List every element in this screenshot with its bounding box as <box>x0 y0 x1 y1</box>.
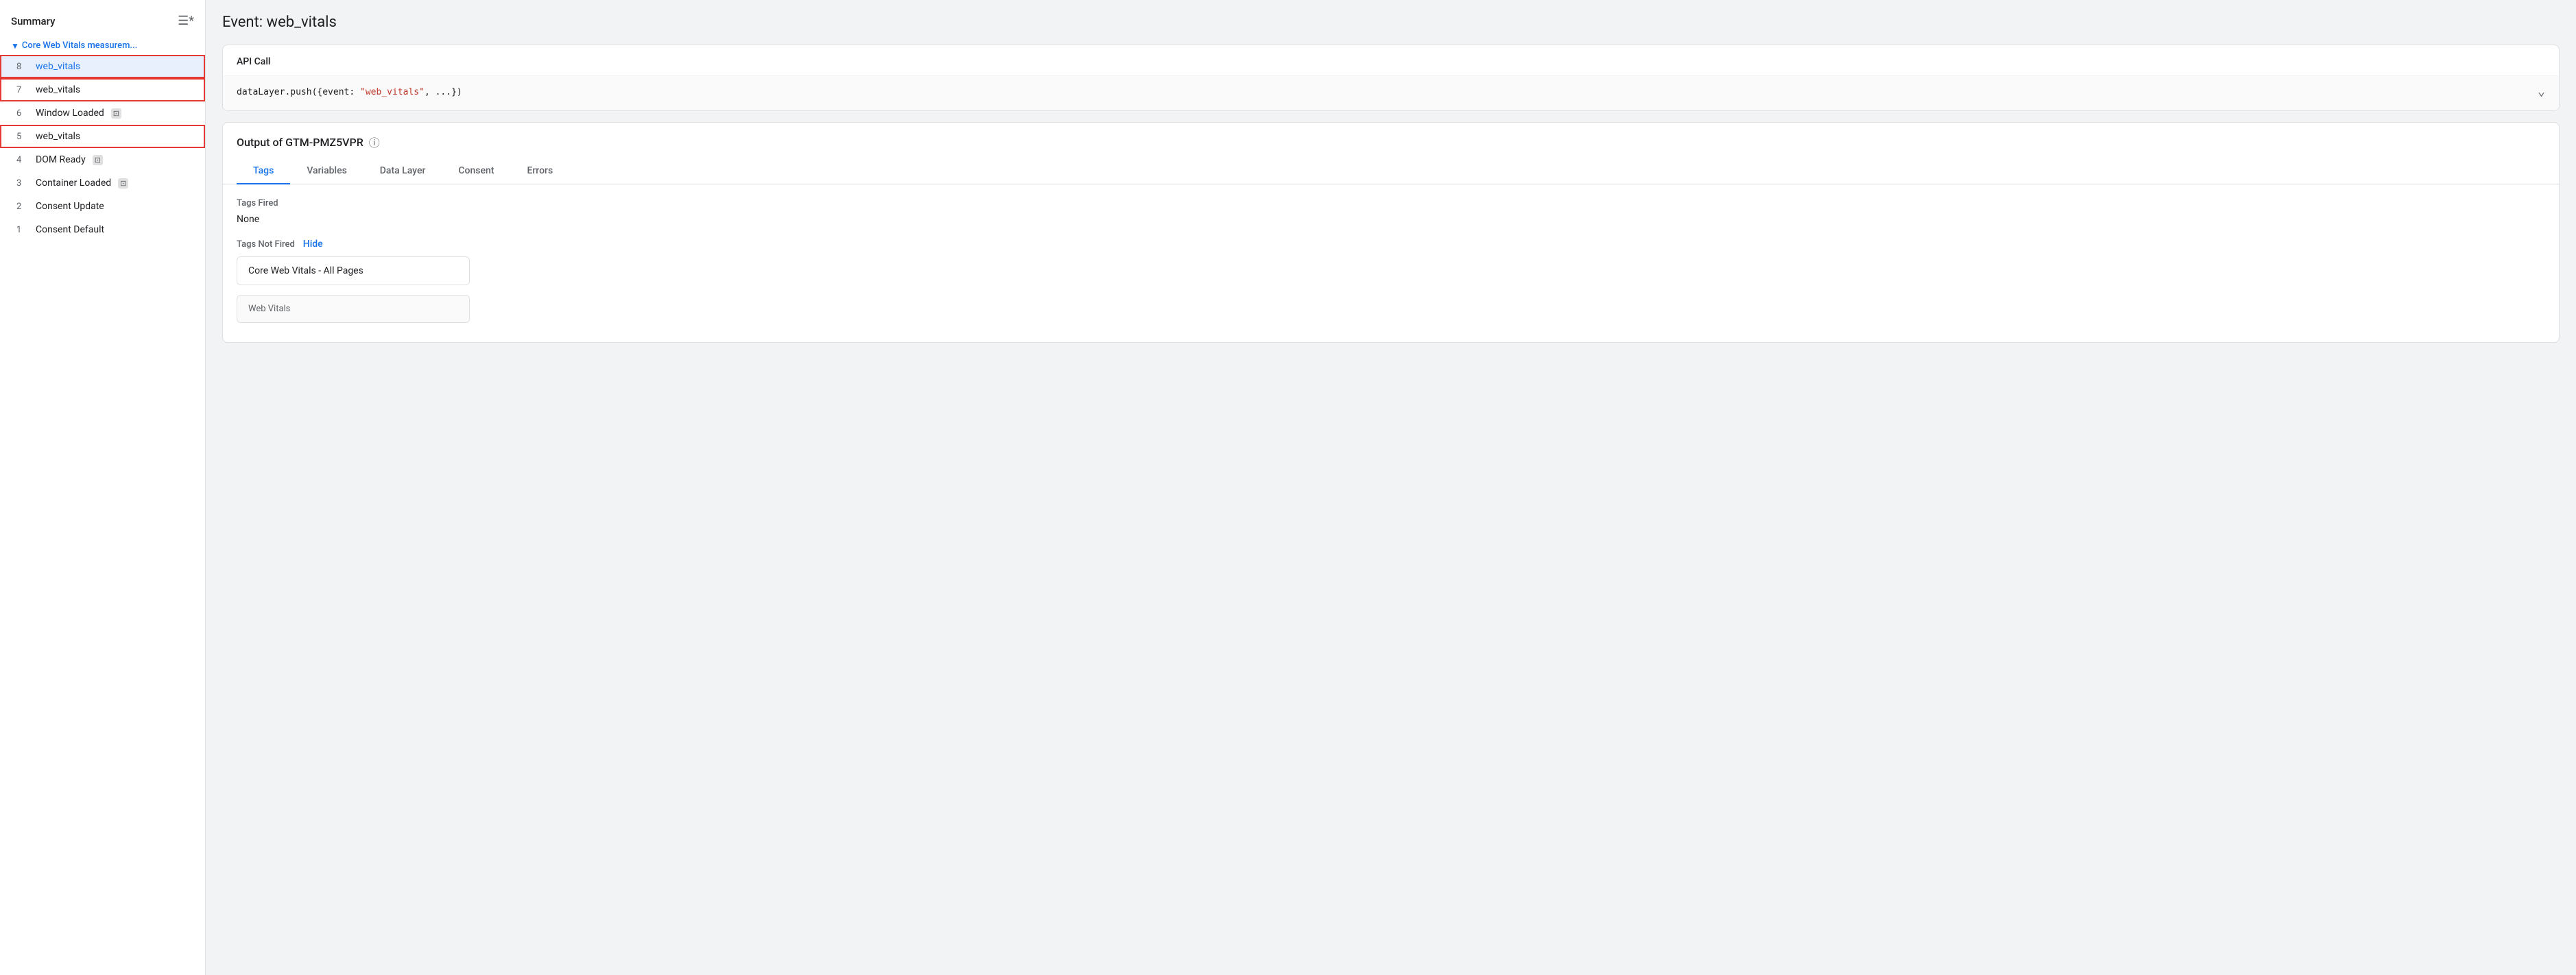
tab-consent[interactable]: Consent <box>442 158 510 184</box>
tab-errors[interactable]: Errors <box>510 158 569 184</box>
tab-content: Tags Fired None Tags Not Fired Hide Core… <box>223 184 2559 342</box>
sidebar-item-item-5[interactable]: 5 web_vitals <box>0 125 205 148</box>
code-prefix: dataLayer.push({event: <box>237 87 360 97</box>
api-call-title: API Call <box>223 45 2559 75</box>
sidebar-group-label[interactable]: ▼ Core Web Vitals measurem... <box>0 36 205 55</box>
tag-item-tag-1: Core Web Vitals - All Pages <box>237 256 470 285</box>
item-label: Container Loaded <box>36 178 111 189</box>
sidebar-item-item-2[interactable]: 2 Consent Update <box>0 195 205 218</box>
sidebar-item-item-4[interactable]: 4 DOM Ready ⊡ <box>0 148 205 171</box>
tags-fired-none: None <box>237 214 2545 225</box>
item-label: Consent Update <box>36 201 104 212</box>
expand-icon[interactable]: ⌄ <box>2538 84 2545 99</box>
item-number: 4 <box>16 155 29 165</box>
help-icon[interactable]: ⓘ <box>369 134 380 150</box>
group-label-text: Core Web Vitals measurem... <box>22 40 137 51</box>
sidebar-item-item-1[interactable]: 1 Consent Default <box>0 218 205 241</box>
item-label: web_vitals <box>36 131 80 142</box>
item-number: 6 <box>16 108 29 119</box>
main-content: Event: web_vitals API Call dataLayer.pus… <box>206 0 2576 975</box>
code-event: "web_vitals" <box>360 87 425 97</box>
filter-icon[interactable]: ☰* <box>178 14 194 28</box>
chevron-down-icon: ▼ <box>11 41 19 51</box>
sidebar-item-item-3[interactable]: 3 Container Loaded ⊡ <box>0 171 205 195</box>
item-number: 7 <box>16 85 29 95</box>
item-label: Window Loaded <box>36 108 104 119</box>
page-title: Event: web_vitals <box>222 14 2560 31</box>
sidebar-item-item-6[interactable]: 6 Window Loaded ⊡ <box>0 101 205 125</box>
tags-not-fired-label: Tags Not Fired <box>237 239 295 250</box>
sidebar-items: 8 web_vitals 7 web_vitals 6 Window Loaded ⊡ 5 we… <box>0 55 205 241</box>
item-label: Consent Default <box>36 224 104 235</box>
item-event-icon: ⊡ <box>93 155 103 165</box>
item-label: web_vitals <box>36 61 80 72</box>
item-number: 3 <box>16 178 29 189</box>
item-label: web_vitals <box>36 84 80 95</box>
tab-variables[interactable]: Variables <box>290 158 363 184</box>
sidebar-item-item-8[interactable]: 8 web_vitals <box>0 55 205 78</box>
tabs-bar: TagsVariablesData LayerConsentErrors <box>223 158 2559 184</box>
tags-fired-label: Tags Fired <box>237 198 2545 208</box>
sidebar-header: Summary ☰* <box>0 11 205 36</box>
item-number: 1 <box>16 225 29 235</box>
output-card: Output of GTM-PMZ5VPR ⓘ TagsVariablesDat… <box>222 122 2560 343</box>
tags-not-fired-header: Tags Not Fired Hide <box>237 239 2545 250</box>
item-event-icon: ⊡ <box>118 178 128 189</box>
output-card-header: Output of GTM-PMZ5VPR ⓘ <box>223 123 2559 150</box>
item-event-icon: ⊡ <box>111 108 121 119</box>
tab-tags[interactable]: Tags <box>237 158 290 184</box>
item-number: 2 <box>16 202 29 212</box>
sidebar: Summary ☰* ▼ Core Web Vitals measurem...… <box>0 0 206 975</box>
code-suffix: , ...}) <box>425 87 462 97</box>
sidebar-title: Summary <box>11 15 55 27</box>
api-call-code-text: dataLayer.push({event: "web_vitals", ...… <box>237 87 462 97</box>
output-card-title: Output of GTM-PMZ5VPR <box>237 136 363 149</box>
api-call-code-block: dataLayer.push({event: "web_vitals", ...… <box>223 75 2559 110</box>
item-label: DOM Ready <box>36 154 86 165</box>
api-call-card: API Call dataLayer.push({event: "web_vit… <box>222 45 2560 111</box>
tags-list: Core Web Vitals - All Pages Web Vitals <box>237 256 2545 328</box>
item-number: 5 <box>16 132 29 142</box>
sidebar-item-item-7[interactable]: 7 web_vitals <box>0 78 205 101</box>
tag-item-tag-2: Web Vitals <box>237 295 470 323</box>
hide-button[interactable]: Hide <box>303 239 323 250</box>
tab-data-layer[interactable]: Data Layer <box>363 158 442 184</box>
item-number: 8 <box>16 62 29 72</box>
